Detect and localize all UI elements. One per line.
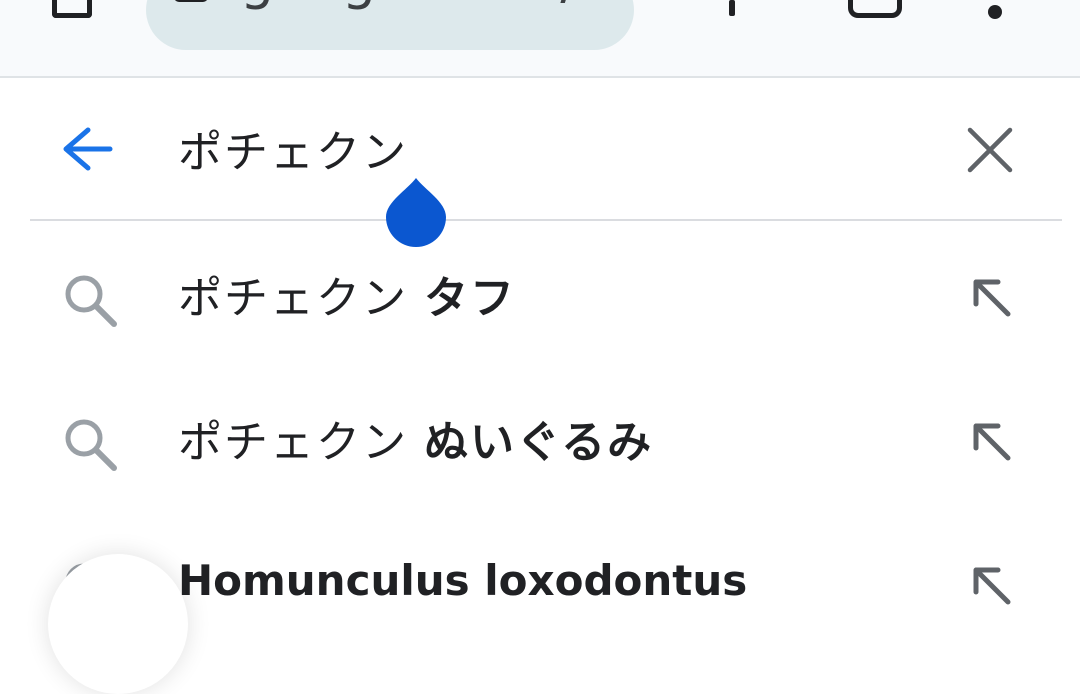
floating-button[interactable] [48, 554, 188, 694]
arrow-up-left-icon[interactable] [968, 562, 1014, 608]
search-icon [65, 275, 117, 327]
divider [30, 219, 1062, 221]
suggestion-item[interactable]: ポチェクン ぬいぐるみ [0, 376, 1080, 496]
overflow-menu-icon[interactable] [988, 5, 1002, 19]
browser-toolbar: google.com/sear [0, 0, 1080, 78]
suggestion-completion: タフ [424, 273, 516, 324]
new-tab-plus-icon[interactable] [729, 0, 735, 16]
close-icon[interactable] [964, 124, 1016, 176]
arrow-up-left-icon[interactable] [968, 274, 1014, 320]
tabs-count-icon[interactable] [848, 0, 902, 18]
suggestion-text: Homunculus loxodontus [178, 556, 748, 605]
suggestion-prefix: ポチェクン [178, 417, 424, 468]
search-input[interactable]: ポチェクン [178, 116, 408, 180]
tab-icon[interactable] [52, 0, 92, 18]
lock-icon [174, 0, 208, 2]
suggestion-item[interactable]: ポチェクン タフ [0, 232, 1080, 352]
arrow-left-icon[interactable] [58, 124, 118, 174]
suggestion-completion: ぬいぐるみ [424, 417, 654, 468]
arrow-up-left-icon[interactable] [968, 418, 1014, 464]
address-bar[interactable]: google.com/sear [146, 0, 634, 50]
search-bar: ポチェクン [0, 78, 1080, 220]
suggestion-prefix: ポチェクン [178, 273, 424, 324]
search-icon [65, 419, 117, 471]
url-text: google.com/sear [240, 0, 634, 11]
